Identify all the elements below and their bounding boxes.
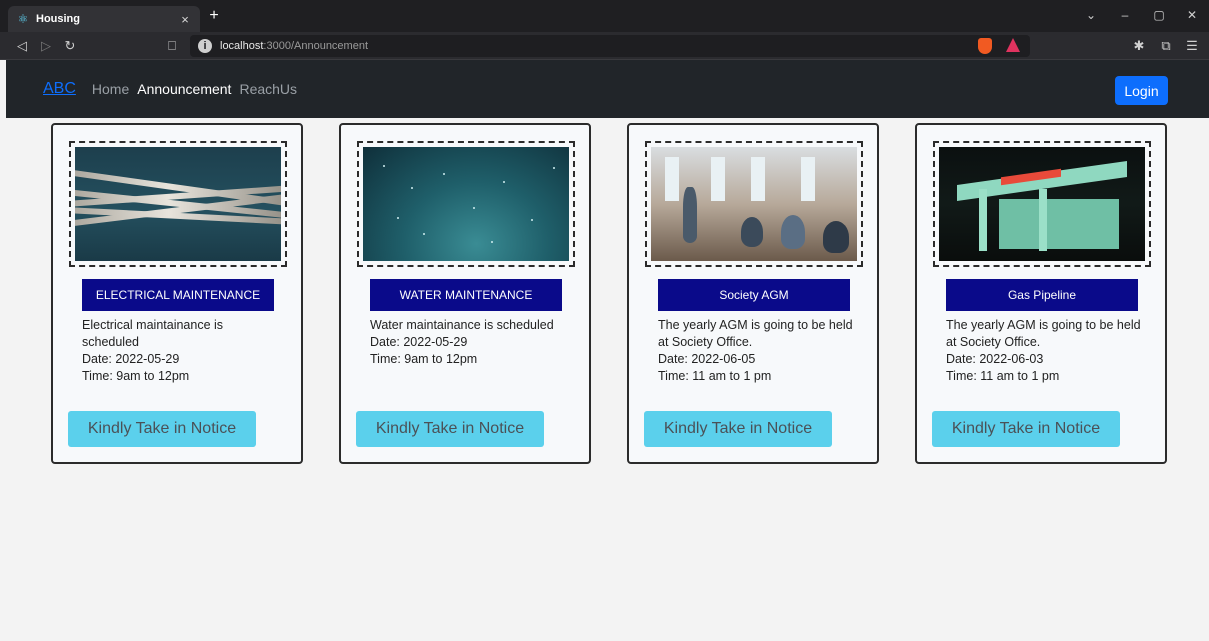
url-path: :3000/Announcement — [263, 40, 369, 52]
back-icon[interactable]: ◁ — [14, 38, 30, 54]
restore-icon[interactable]: ▢ — [1151, 8, 1167, 22]
tab-search-dropdown-icon[interactable]: ⌄ — [1083, 8, 1099, 22]
minimize-icon[interactable]: – — [1117, 8, 1133, 22]
office-meeting-photo — [651, 147, 857, 261]
forward-icon[interactable]: ▷ — [38, 38, 54, 54]
card-date: Date: 2022-06-03 — [946, 352, 1044, 366]
extensions-puzzle-icon[interactable]: ✱ — [1131, 38, 1147, 54]
wallet-icon[interactable]: ⧉ — [1158, 38, 1174, 54]
announcement-card: ELECTRICAL MAINTENANCE Electrical mainta… — [51, 123, 303, 464]
bookmark-icon[interactable]: ⎕ — [164, 38, 180, 54]
new-tab-icon[interactable]: + — [206, 8, 222, 24]
nav-link-home[interactable]: Home — [92, 81, 129, 97]
card-title: Society AGM — [658, 279, 850, 311]
nav-link-reachus[interactable]: ReachUs — [239, 81, 297, 97]
announcement-card: Gas Pipeline The yearly AGM is going to … — [915, 123, 1167, 464]
url-input[interactable]: i localhost :3000/Announcement — [190, 35, 1030, 57]
announcement-card: Society AGM The yearly AGM is going to b… — [627, 123, 879, 464]
card-title: ELECTRICAL MAINTENANCE — [82, 279, 274, 311]
browser-menu-icon[interactable]: ☰ — [1184, 38, 1200, 54]
card-time: Time: 11 am to 1 pm — [946, 369, 1060, 383]
nav-link-announcement[interactable]: Announcement — [137, 81, 231, 97]
card-text: Water maintainance is scheduled Date: 20… — [370, 317, 570, 368]
card-time: Time: 9am to 12pm — [370, 352, 478, 366]
notice-button[interactable]: Kindly Take in Notice — [68, 411, 256, 447]
photo-frame — [69, 141, 287, 267]
card-description: The yearly AGM is going to be held at So… — [658, 318, 853, 349]
brand-link[interactable]: ABC — [43, 80, 76, 98]
browser-tab-bar: ⚛ Housing × + ⌄ – ▢ ✕ — [0, 0, 1209, 32]
card-date: Date: 2022-06-05 — [658, 352, 756, 366]
card-description: Water maintainance is scheduled — [370, 318, 554, 332]
gas-station-photo — [939, 147, 1145, 261]
card-text: The yearly AGM is going to be held at So… — [946, 317, 1146, 385]
announcement-list: ELECTRICAL MAINTENANCE Electrical mainta… — [6, 118, 1209, 641]
photo-frame — [933, 141, 1151, 267]
card-date: Date: 2022-05-29 — [82, 352, 180, 366]
card-description: The yearly AGM is going to be held at So… — [946, 318, 1141, 349]
tab-title: Housing — [36, 13, 80, 25]
underwater-photo — [363, 147, 569, 261]
card-time: Time: 9am to 12pm — [82, 369, 190, 383]
notice-button[interactable]: Kindly Take in Notice — [356, 411, 544, 447]
announcement-card: WATER MAINTENANCE Water maintainance is … — [339, 123, 591, 464]
card-title: WATER MAINTENANCE — [370, 279, 562, 311]
card-description: Electrical maintainance is scheduled — [82, 318, 224, 349]
login-button[interactable]: Login — [1115, 76, 1168, 105]
card-date: Date: 2022-05-29 — [370, 335, 468, 349]
browser-address-bar: ◁ ▷ ↻ ⎕ i localhost :3000/Announcement ✱… — [0, 32, 1209, 60]
card-text: Electrical maintainance is scheduled Dat… — [82, 317, 282, 385]
photo-frame — [645, 141, 863, 267]
brave-rewards-icon[interactable] — [1006, 38, 1020, 52]
brave-shield-icon[interactable] — [978, 38, 992, 54]
card-text: The yearly AGM is going to be held at So… — [658, 317, 858, 385]
browser-tab[interactable]: ⚛ Housing × — [8, 6, 200, 32]
notice-button[interactable]: Kindly Take in Notice — [644, 411, 832, 447]
card-title: Gas Pipeline — [946, 279, 1138, 311]
site-info-icon[interactable]: i — [198, 39, 212, 53]
close-window-icon[interactable]: ✕ — [1184, 8, 1200, 22]
notice-button[interactable]: Kindly Take in Notice — [932, 411, 1120, 447]
reload-icon[interactable]: ↻ — [62, 38, 78, 54]
photo-frame — [357, 141, 575, 267]
close-tab-icon[interactable]: × — [178, 12, 192, 27]
react-atom-icon: ⚛ — [17, 12, 29, 26]
url-host: localhost — [220, 40, 264, 52]
card-time: Time: 11 am to 1 pm — [658, 369, 772, 383]
electrical-cables-photo — [75, 147, 281, 261]
app-navbar: ABC Home Announcement ReachUs Login — [6, 60, 1209, 118]
